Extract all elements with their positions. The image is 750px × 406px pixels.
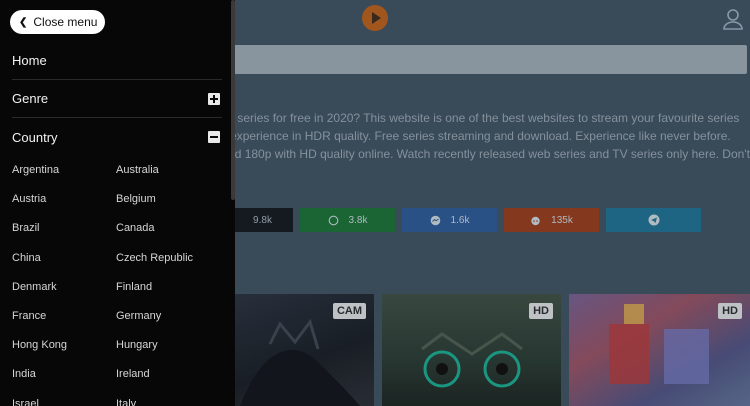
- country-link[interactable]: Ireland: [116, 368, 150, 380]
- country-link[interactable]: Australia: [116, 164, 159, 176]
- collapse-minus-icon[interactable]: [208, 131, 220, 143]
- country-link[interactable]: Brazil: [12, 222, 40, 234]
- country-link[interactable]: Italy: [116, 398, 136, 406]
- menu-item-genre[interactable]: Genre: [12, 80, 222, 118]
- menu-item-country[interactable]: Country: [12, 118, 222, 156]
- menu-item-label: Country: [12, 129, 58, 145]
- country-link[interactable]: Argentina: [12, 164, 59, 176]
- country-link[interactable]: Denmark: [12, 281, 57, 293]
- close-menu-button[interactable]: ❮ Close menu: [10, 10, 106, 34]
- country-link[interactable]: Canada: [116, 222, 155, 234]
- country-link[interactable]: Czech Republic: [116, 252, 193, 264]
- country-link[interactable]: France: [12, 310, 46, 322]
- country-link[interactable]: India: [12, 368, 36, 380]
- country-link[interactable]: Hong Kong: [12, 339, 67, 351]
- menu-item-home[interactable]: Home: [12, 42, 222, 80]
- country-link[interactable]: Belgium: [116, 193, 156, 205]
- menu-scrollbar[interactable]: [231, 0, 235, 200]
- country-link[interactable]: Finland: [116, 281, 152, 293]
- country-link[interactable]: Germany: [116, 310, 161, 322]
- expand-plus-icon[interactable]: [208, 92, 220, 105]
- chevron-left-icon: ❮: [19, 16, 28, 28]
- country-link[interactable]: Austria: [12, 193, 46, 205]
- menu-item-label: Home: [12, 53, 47, 68]
- menu-item-label: Genre: [12, 91, 49, 106]
- country-link[interactable]: Israel: [12, 398, 39, 406]
- country-link[interactable]: China: [12, 252, 41, 264]
- country-link[interactable]: Hungary: [116, 339, 158, 351]
- side-menu: ❮ Close menu Home Genre Country Argentin…: [0, 0, 235, 406]
- close-menu-label: Close menu: [33, 15, 98, 29]
